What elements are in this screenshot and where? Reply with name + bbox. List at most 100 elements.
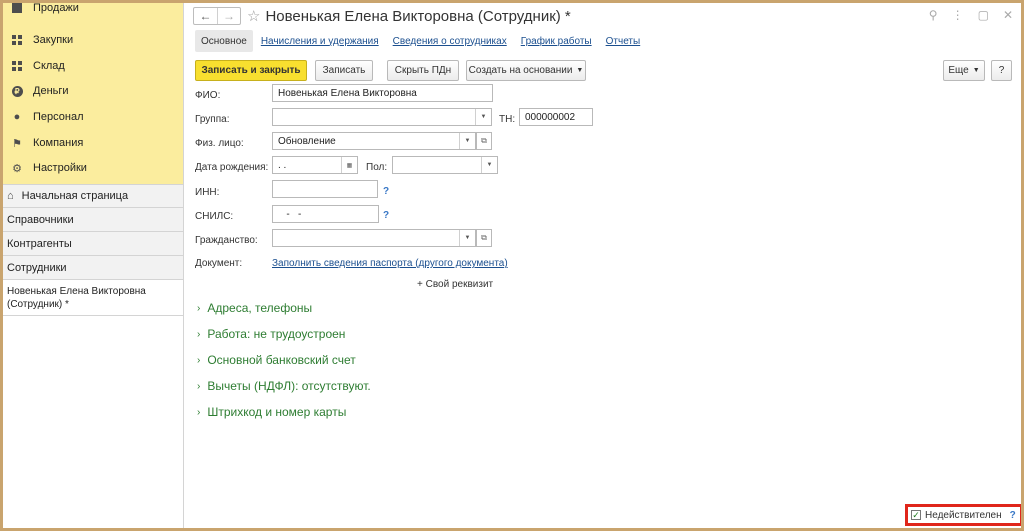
tab-employee-info[interactable]: Сведения о сотрудниках — [387, 36, 513, 47]
section-warehouse[interactable]: Склад — [3, 53, 184, 79]
open-icon: ⧉ — [481, 136, 487, 145]
group-title: Адреса, телефоны — [207, 301, 313, 315]
chevron-down-icon[interactable]: ▼ — [459, 230, 475, 246]
section-label: Продажи — [33, 3, 79, 14]
open-citizenship-button[interactable]: ⧉ — [476, 229, 492, 247]
create-based-on-button[interactable]: Создать на основании ▼ — [466, 60, 586, 81]
group-title: Вычеты (НДФЛ): отсутствуют. — [207, 379, 371, 393]
form-area: ← → ☆ Новенькая Елена Викторовна (Сотруд… — [185, 3, 1021, 528]
person-field[interactable]: Обновление ▼ — [272, 132, 476, 150]
inn-label: ИНН: — [195, 187, 220, 198]
section-sales[interactable]: Продажи — [3, 3, 184, 21]
chevron-right-icon: › — [197, 380, 201, 392]
window-controls: ⚲ ⋮ ▢ ✕ — [929, 8, 1013, 22]
button-label: Создать на основании — [468, 65, 573, 76]
help-button[interactable]: ? — [991, 60, 1012, 81]
tab-accruals[interactable]: Начисления и удержания — [255, 36, 385, 47]
personnel-icon: ● — [13, 111, 21, 123]
page-title: Новенькая Елена Викторовна (Сотрудник) * — [265, 7, 571, 25]
save-and-close-button[interactable]: Записать и закрыть — [195, 60, 307, 81]
app-window: Продажи Закупки Склад ₽ Деньги ● Персона… — [3, 3, 1021, 528]
more-button[interactable]: Еще ▼ — [943, 60, 985, 81]
nav-label: Справочники — [7, 213, 74, 226]
chevron-right-icon: › — [197, 302, 201, 314]
fio-field[interactable]: Новенькая Елена Викторовна — [272, 84, 493, 102]
tab-main[interactable]: Основное — [195, 30, 253, 52]
history-nav: ← → — [193, 7, 241, 25]
invalid-label: Недействителен — [925, 509, 1002, 521]
fill-passport-link[interactable]: Заполнить сведения паспорта (другого док… — [272, 258, 508, 269]
section-company[interactable]: ⚑ Компания — [3, 130, 184, 156]
close-icon[interactable]: ✕ — [1003, 8, 1013, 22]
calendar-icon[interactable]: ▦ — [341, 157, 357, 173]
section-label: Закупки — [33, 34, 74, 46]
citizenship-label: Гражданство: — [195, 235, 258, 246]
form-tabs: Основное Начисления и удержания Сведения… — [195, 30, 648, 52]
save-button[interactable]: Записать — [315, 60, 373, 81]
citizenship-field[interactable]: ▼ — [272, 229, 476, 247]
back-arrow-icon[interactable]: ← — [194, 8, 217, 24]
group-barcode[interactable]: › Штрихкод и номер карты — [197, 405, 346, 419]
chevron-right-icon: › — [197, 354, 201, 366]
add-requisite-button[interactable]: + Свой реквизит — [417, 279, 493, 290]
open-person-button[interactable]: ⧉ — [476, 132, 492, 150]
invalid-checkbox[interactable]: ✓ — [911, 510, 921, 520]
tab-schedule[interactable]: График работы — [515, 36, 598, 47]
invalid-help-icon[interactable]: ? — [1010, 510, 1016, 521]
nav-current-employee[interactable]: Новенькая Елена Викторовна (Сотрудник) * — [3, 280, 183, 316]
inn-help-icon[interactable]: ? — [383, 186, 389, 197]
tab-reports[interactable]: Отчеты — [600, 36, 647, 47]
snils-field[interactable]: - - — [272, 205, 379, 223]
section-money[interactable]: ₽ Деньги — [3, 78, 184, 104]
group-title: Работа: не трудоустроен — [207, 327, 346, 341]
flag-icon: ⚑ — [12, 137, 22, 150]
chevron-down-icon[interactable]: ▼ — [475, 109, 491, 125]
inn-field[interactable] — [272, 180, 378, 198]
maximize-icon[interactable]: ▢ — [978, 8, 989, 22]
chevron-down-icon: ▼ — [972, 67, 980, 74]
tn-value: 000000002 — [525, 111, 576, 123]
section-panel: Продажи Закупки Склад ₽ Деньги ● Персона… — [3, 3, 183, 184]
chevron-right-icon: › — [197, 328, 201, 340]
button-label: Скрыть ПДн — [394, 65, 452, 76]
nav-employees[interactable]: Сотрудники — [3, 256, 183, 280]
hide-pd-button[interactable]: Скрыть ПДн — [387, 60, 459, 81]
section-label: Склад — [33, 60, 65, 72]
section-purchases[interactable]: Закупки — [3, 27, 184, 53]
group-deductions[interactable]: › Вычеты (НДФЛ): отсутствуют. — [197, 379, 371, 393]
star-icon[interactable]: ☆ — [247, 7, 260, 25]
sex-field[interactable]: ▼ — [392, 156, 498, 174]
person-value: Обновление — [278, 135, 336, 147]
document-label: Документ: — [195, 258, 243, 269]
chevron-down-icon[interactable]: ▼ — [481, 157, 497, 173]
snils-help-icon[interactable]: ? — [383, 210, 389, 221]
nav-counterparties[interactable]: Контрагенты — [3, 232, 183, 256]
section-personnel[interactable]: ● Персонал — [3, 104, 184, 130]
nav-label: Контрагенты — [7, 237, 72, 250]
nav-home-label: Начальная страница — [21, 190, 129, 202]
forward-arrow-icon[interactable]: → — [217, 8, 240, 24]
nav-reference-books[interactable]: Справочники — [3, 208, 183, 232]
chevron-down-icon[interactable]: ▼ — [459, 133, 475, 149]
section-settings[interactable]: ⚙ Настройки — [3, 155, 184, 181]
title-bar: ← → ☆ Новенькая Елена Викторовна (Сотруд… — [193, 6, 571, 26]
button-label: Записать и закрыть — [201, 65, 301, 76]
link-icon[interactable]: ⚲ — [929, 8, 938, 22]
button-label: Еще — [948, 65, 969, 76]
chevron-right-icon: › — [197, 406, 201, 418]
birth-date-field[interactable]: . . ▦ — [272, 156, 358, 174]
group-bank-account[interactable]: › Основной банковский счет — [197, 353, 356, 367]
group-field[interactable]: ▼ — [272, 108, 492, 126]
group-title: Основной банковский счет — [207, 353, 356, 367]
sex-label: Пол: — [366, 162, 388, 173]
group-work[interactable]: › Работа: не трудоустроен — [197, 327, 345, 341]
person-label: Физ. лицо: — [195, 138, 244, 149]
birth-date-label: Дата рождения: — [195, 162, 269, 173]
tn-field[interactable]: 000000002 — [519, 108, 593, 126]
more-icon[interactable]: ⋮ — [952, 8, 964, 22]
invalid-checkbox-container: ✓ Недействителен ? — [905, 504, 1021, 526]
money-icon: ₽ — [11, 85, 23, 97]
toolbar: Записать и закрыть Записать Скрыть ПДн С… — [195, 60, 1013, 81]
group-addresses[interactable]: › Адреса, телефоны — [197, 301, 312, 315]
nav-home[interactable]: ⌂ Начальная страница — [3, 184, 183, 208]
